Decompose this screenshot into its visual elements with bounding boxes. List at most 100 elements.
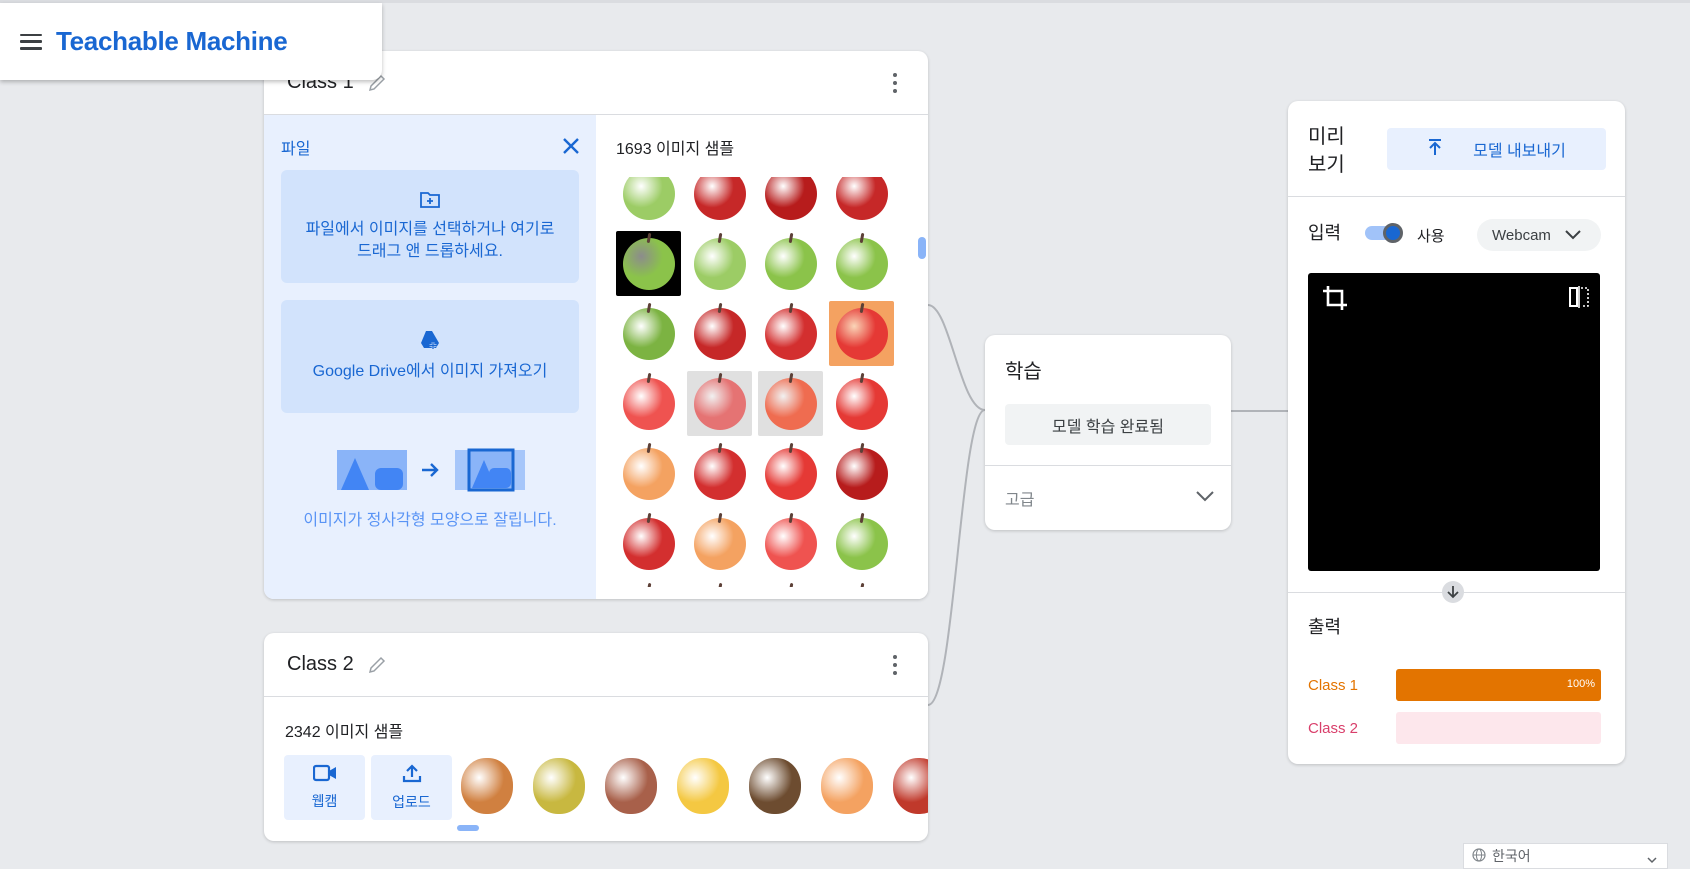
sample-thumbnail[interactable]: [747, 753, 803, 819]
export-label: 모델 내보내기: [1473, 143, 1566, 160]
sample-thumbnail[interactable]: [819, 753, 875, 819]
sample-thumbnail[interactable]: [758, 371, 823, 436]
class-card-2: Class 2 2342 이미지 샘플 웹캠 업로드: [264, 633, 928, 841]
sample-thumbnail[interactable]: [891, 753, 928, 819]
output-label: 출력: [1308, 617, 1342, 637]
apple-image: [764, 447, 817, 500]
sample-thumbnail[interactable]: [687, 441, 752, 506]
flip-icon[interactable]: [1568, 285, 1590, 314]
drive-icon: [419, 330, 441, 357]
upload-button[interactable]: 업로드: [371, 755, 452, 820]
export-model-button[interactable]: 모델 내보내기: [1387, 128, 1606, 170]
class-card-1: Class 1 파일 파일에서 이미지를 선택하거나 여기로 드래그 앤 드롭하…: [264, 51, 928, 599]
upload-icon: [402, 763, 422, 786]
input-source-select[interactable]: Webcam: [1477, 219, 1601, 251]
apple-image: [821, 758, 873, 814]
apple-image: [533, 758, 585, 814]
sample-thumbnail[interactable]: [616, 581, 681, 587]
apple-image: [764, 177, 817, 220]
sample-thumbnail[interactable]: [616, 371, 681, 436]
sample-thumbnail[interactable]: [758, 511, 823, 576]
sample-thumbnail[interactable]: [616, 441, 681, 506]
apple-image: [622, 177, 675, 220]
sample-thumbnail[interactable]: [675, 753, 731, 819]
webcam-button[interactable]: 웹캠: [284, 755, 365, 820]
sample-thumbnail[interactable]: [687, 511, 752, 576]
crop-icon[interactable]: [1322, 285, 1348, 316]
app-header: Teachable Machine: [0, 3, 382, 80]
scrollbar[interactable]: [457, 825, 479, 831]
preview-card: 미리 보기 모델 내보내기 입력 사용 Webcam 출력 Class 1 100…: [1288, 101, 1625, 764]
chevron-down-icon: [1565, 227, 1581, 244]
scrollbar[interactable]: [918, 237, 926, 259]
confidence-value: 100%: [1566, 678, 1595, 690]
apple-image: [622, 377, 675, 430]
file-drop-zone[interactable]: 파일에서 이미지를 선택하거나 여기로 드래그 앤 드롭하세요.: [281, 170, 579, 283]
sample-thumbnail[interactable]: [829, 231, 894, 296]
globe-icon: [1472, 847, 1486, 865]
sample-thumbnail[interactable]: [758, 441, 823, 506]
input-label: 입력: [1308, 223, 1342, 243]
language-select[interactable]: 한국어: [1463, 843, 1668, 869]
apple-image: [764, 517, 817, 570]
app-title[interactable]: Teachable Machine: [56, 26, 288, 57]
class-name[interactable]: Class 2: [287, 653, 354, 676]
apple-image: [764, 307, 817, 360]
apple-image: [461, 758, 513, 814]
drive-text: Google Drive에서 이미지 가져오기: [312, 363, 548, 380]
webcam-preview: [1308, 273, 1600, 571]
sample-thumbnail[interactable]: [687, 231, 752, 296]
more-options-icon[interactable]: [892, 654, 898, 675]
edit-icon[interactable]: [366, 654, 388, 676]
sample-thumbnail[interactable]: [758, 177, 823, 226]
google-drive-import[interactable]: Google Drive에서 이미지 가져오기: [281, 300, 579, 413]
sample-thumbnail[interactable]: [829, 511, 894, 576]
more-options-icon[interactable]: [892, 72, 898, 93]
apple-image: [835, 307, 888, 360]
sample-thumbnail[interactable]: [829, 371, 894, 436]
train-model-button[interactable]: 모델 학습 완료됨: [1005, 404, 1211, 445]
input-toggle[interactable]: [1363, 223, 1403, 243]
crop-caption: 이미지가 정사각형 모양으로 잘립니다.: [303, 512, 557, 529]
apple-image: [693, 177, 746, 220]
sample-thumbnail[interactable]: [758, 231, 823, 296]
sample-thumbnail[interactable]: [616, 231, 681, 296]
apple-image: [693, 307, 746, 360]
preview-title: 미리 보기: [1308, 126, 1345, 176]
divider: [1288, 196, 1625, 197]
sample-thumbnail[interactable]: [758, 301, 823, 366]
sample-strip: [459, 753, 928, 821]
menu-icon[interactable]: [20, 33, 42, 50]
sample-thumbnail[interactable]: [829, 301, 894, 366]
sample-thumbnail[interactable]: [829, 177, 894, 226]
sample-thumbnail[interactable]: [459, 753, 515, 819]
sample-thumbnail[interactable]: [616, 301, 681, 366]
sample-thumbnail[interactable]: [687, 301, 752, 366]
sample-thumbnail[interactable]: [687, 581, 752, 587]
upload-label: 업로드: [392, 794, 431, 810]
sample-thumbnail[interactable]: [616, 177, 681, 226]
output-row: Class 1 100%: [1308, 669, 1601, 701]
sample-thumbnail[interactable]: [829, 581, 894, 587]
toggle-knob: [1383, 223, 1403, 243]
sample-thumbnail[interactable]: [687, 177, 752, 226]
sample-thumbnail[interactable]: [758, 581, 823, 587]
sample-thumbnail[interactable]: [531, 753, 587, 819]
apple-image: [605, 758, 657, 814]
sample-thumbnail[interactable]: [603, 753, 659, 819]
sample-thumbnail[interactable]: [687, 371, 752, 436]
apple-image: [835, 237, 888, 290]
apple-image: [622, 517, 675, 570]
sample-thumbnail[interactable]: [829, 441, 894, 506]
crop-illustration: [337, 448, 527, 492]
samples-panel: 1693 이미지 샘플: [596, 115, 928, 599]
sample-thumbnail[interactable]: [616, 511, 681, 576]
upload-panel: 파일 파일에서 이미지를 선택하거나 여기로 드래그 앤 드롭하세요. Goog…: [264, 115, 596, 599]
advanced-toggle[interactable]: 고급: [1005, 478, 1215, 518]
advanced-label: 고급: [1005, 492, 1035, 509]
sample-count: 2342 이미지 샘플: [285, 724, 404, 741]
videocam-icon: [312, 764, 337, 785]
export-icon: [1427, 138, 1443, 161]
file-drop-text: 파일에서 이미지를 선택하거나 여기로 드래그 앤 드롭하세요.: [305, 221, 555, 260]
close-icon[interactable]: [560, 135, 582, 157]
